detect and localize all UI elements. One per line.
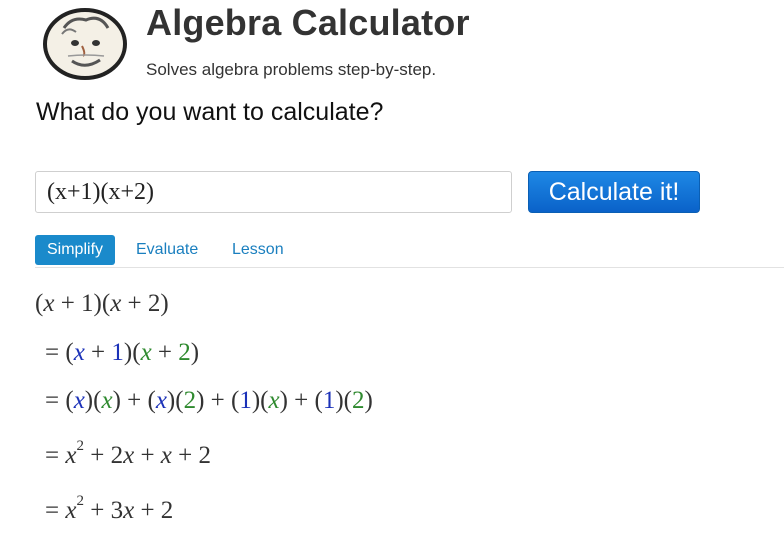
solution-step-1: = (x + 1)(x + 2) xyxy=(45,339,200,366)
solution-step-2: = (x)(x) + (x)(2) + (1)(x) + (1)(2) xyxy=(45,387,373,414)
result-tabs: Simplify Evaluate Lesson xyxy=(35,235,784,268)
prompt-question: What do you want to calculate? xyxy=(36,98,384,126)
avatar xyxy=(43,8,127,80)
app-title: Algebra Calculator xyxy=(146,2,470,43)
tab-evaluate[interactable]: Evaluate xyxy=(136,235,198,265)
app-subtitle: Solves algebra problems step-by-step. xyxy=(146,60,437,79)
tab-simplify[interactable]: Simplify xyxy=(35,235,116,265)
tab-lesson[interactable]: Lesson xyxy=(232,235,284,265)
solution-step-3: = x2 + 2x + x + 2 xyxy=(45,438,212,470)
solution-step-0: (x + 1)(x + 2) xyxy=(35,290,169,317)
solution-step-4: = x2 + 3x + 2 xyxy=(45,493,174,525)
expression-input[interactable] xyxy=(35,171,512,213)
calculate-button[interactable]: Calculate it! xyxy=(528,171,700,213)
